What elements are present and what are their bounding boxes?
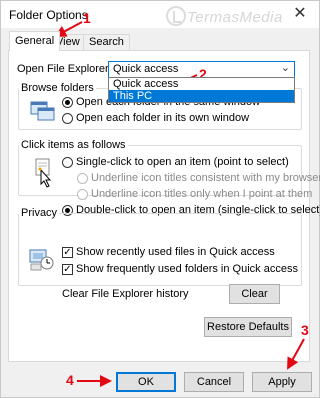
annotation-arrows xyxy=(54,21,305,387)
tab-general[interactable]: General xyxy=(9,31,61,51)
dropdown-option-quick-access[interactable]: Quick access xyxy=(109,78,294,90)
arrow-3 xyxy=(287,338,305,370)
dropdown-option-this-pc[interactable]: This PC xyxy=(109,90,294,102)
dropdown-list: Quick access This PC xyxy=(108,77,295,103)
